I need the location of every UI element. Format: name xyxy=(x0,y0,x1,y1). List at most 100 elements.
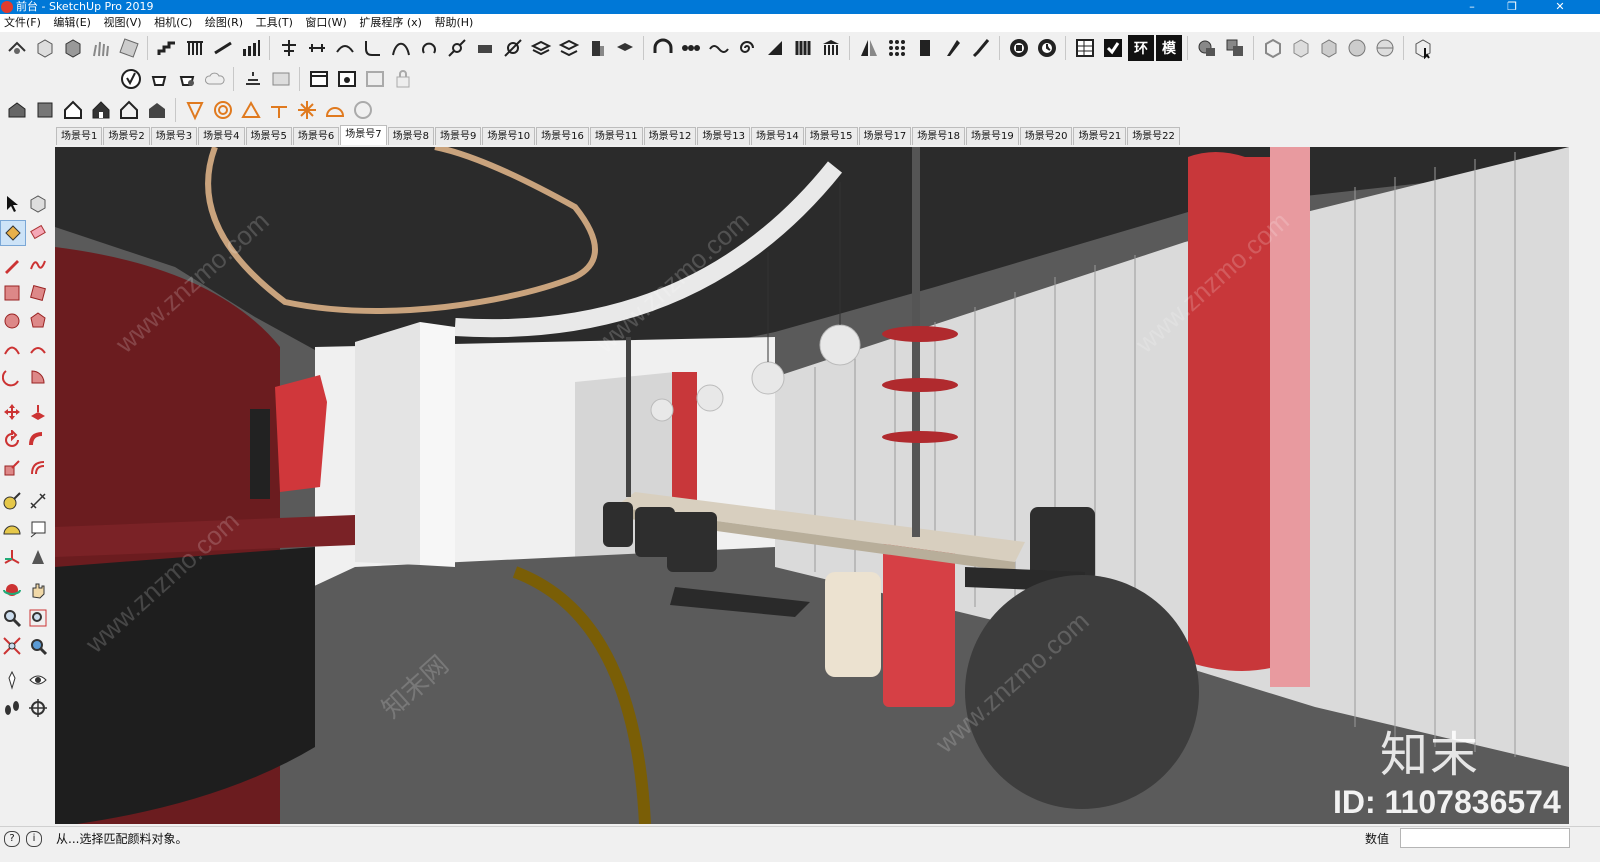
view-back-icon[interactable] xyxy=(1372,35,1398,61)
light-icon[interactable] xyxy=(240,66,266,92)
scale-icon[interactable] xyxy=(0,456,24,480)
pen-icon[interactable] xyxy=(940,35,966,61)
shape-cone-icon[interactable] xyxy=(182,97,208,123)
array-icon[interactable] xyxy=(884,35,910,61)
shape-dome-icon[interactable] xyxy=(322,97,348,123)
render-icon[interactable] xyxy=(1006,35,1032,61)
temple-icon[interactable] xyxy=(818,35,844,61)
tape-measure-icon[interactable] xyxy=(0,489,24,513)
extrude-icon[interactable] xyxy=(472,35,498,61)
subtract-icon[interactable] xyxy=(1222,35,1248,61)
walk-icon[interactable] xyxy=(0,696,24,720)
scene-tab[interactable]: 场景号13 xyxy=(697,127,751,145)
scene-tab[interactable]: 场景号15 xyxy=(804,127,858,145)
zoom-extents-icon[interactable] xyxy=(0,634,24,658)
menu-extensions[interactable]: 扩展程序 (x) xyxy=(355,14,427,32)
scene-tab[interactable]: 场景号1 xyxy=(56,127,103,145)
close-button[interactable]: ✕ xyxy=(1540,0,1580,14)
scene-tab[interactable]: 场景号18 xyxy=(912,127,965,145)
brush-icon[interactable] xyxy=(968,35,994,61)
scene-tab[interactable]: 场景号12 xyxy=(643,127,697,145)
component-icon[interactable] xyxy=(26,192,50,216)
axes-icon[interactable] xyxy=(0,545,24,569)
look-around-icon[interactable] xyxy=(26,668,50,692)
move-icon[interactable] xyxy=(0,400,24,424)
zoom-icon[interactable] xyxy=(0,606,24,630)
house-door-icon[interactable] xyxy=(88,97,114,123)
material-icon[interactable] xyxy=(116,35,142,61)
measurements-input[interactable] xyxy=(1400,828,1570,848)
divide-icon[interactable] xyxy=(304,35,330,61)
frame-disabled-icon[interactable] xyxy=(362,66,388,92)
model-viewport[interactable]: www.znzmo.com 知末网 www.znzmo.com www.znzm… xyxy=(55,147,1569,824)
bars-chart-icon[interactable] xyxy=(238,35,264,61)
grass-icon[interactable] xyxy=(88,35,114,61)
protractor-icon[interactable] xyxy=(0,517,24,541)
menu-view[interactable]: 视图(V) xyxy=(99,14,146,32)
scene-tab[interactable]: 场景号11 xyxy=(589,127,643,145)
paint-bucket-icon[interactable] xyxy=(0,220,26,246)
railing-icon[interactable] xyxy=(182,35,208,61)
stack-icon[interactable] xyxy=(528,35,554,61)
bend-icon[interactable] xyxy=(332,35,358,61)
arch-icon[interactable] xyxy=(650,35,676,61)
house-garage-icon[interactable] xyxy=(144,97,170,123)
freehand-icon[interactable] xyxy=(26,253,50,277)
rotate-icon[interactable] xyxy=(0,428,24,452)
columns-icon[interactable] xyxy=(790,35,816,61)
view-iso-icon[interactable] xyxy=(1260,35,1286,61)
wave-icon[interactable] xyxy=(706,35,732,61)
follow-me-icon[interactable] xyxy=(26,428,50,452)
cloud-icon[interactable] xyxy=(202,66,228,92)
phone-icon[interactable] xyxy=(912,35,938,61)
slice-icon[interactable] xyxy=(762,35,788,61)
box-solid-icon[interactable] xyxy=(60,35,86,61)
stair-icon[interactable] xyxy=(154,35,180,61)
house-outline-icon[interactable] xyxy=(116,97,142,123)
scene-tab[interactable]: 场景号3 xyxy=(150,127,198,145)
view-front-icon[interactable] xyxy=(1316,35,1342,61)
scene-tab[interactable]: 场景号9 xyxy=(435,127,482,145)
chain-icon[interactable] xyxy=(678,35,704,61)
shape-torus-icon[interactable] xyxy=(210,97,236,123)
shape-mushroom-icon[interactable] xyxy=(266,97,292,123)
dimension-icon[interactable] xyxy=(26,489,50,513)
menu-file[interactable]: 文件(F) xyxy=(0,14,46,32)
scene-tab[interactable]: 场景号16 xyxy=(536,127,589,145)
box-wire-icon[interactable] xyxy=(32,35,58,61)
previous-view-icon[interactable] xyxy=(26,634,50,658)
zoom-window-icon[interactable] xyxy=(26,606,50,630)
arc-icon[interactable] xyxy=(0,337,24,361)
connect-icon[interactable] xyxy=(500,35,526,61)
validate-icon[interactable] xyxy=(118,66,144,92)
menu-edit[interactable]: 编辑(E) xyxy=(49,14,96,32)
teapot-hand-icon[interactable] xyxy=(174,66,200,92)
position-camera-icon[interactable] xyxy=(0,668,24,692)
scene-tab[interactable]: 场景号20 xyxy=(1019,127,1073,145)
3d-text-icon[interactable] xyxy=(26,545,50,569)
light-settings-icon[interactable] xyxy=(268,66,294,92)
scene-tab[interactable]: 场景号10 xyxy=(482,127,536,145)
maximize-button[interactable]: ❐ xyxy=(1492,0,1532,14)
render-settings-icon[interactable] xyxy=(1034,35,1060,61)
select-component-icon[interactable] xyxy=(1410,35,1436,61)
mirror-icon[interactable] xyxy=(856,35,882,61)
joint-icon[interactable] xyxy=(444,35,470,61)
push-pull-icon[interactable] xyxy=(26,400,50,424)
menu-help[interactable]: 帮助(H) xyxy=(430,14,478,32)
shape-star-icon[interactable] xyxy=(294,97,320,123)
building-icon[interactable] xyxy=(584,35,610,61)
scene-tab[interactable]: 场景号8 xyxy=(387,127,434,145)
scene-tab[interactable]: 场景号14 xyxy=(751,127,804,145)
table-icon[interactable] xyxy=(1072,35,1098,61)
frame-teapot-icon[interactable] xyxy=(334,66,360,92)
union-icon[interactable] xyxy=(1194,35,1220,61)
view-top-icon[interactable] xyxy=(1288,35,1314,61)
loop-icon[interactable] xyxy=(416,35,442,61)
three-point-arc-icon[interactable] xyxy=(0,365,24,389)
env-button[interactable]: 环 xyxy=(1128,35,1154,61)
extension-warehouse-icon[interactable] xyxy=(32,97,58,123)
scene-tab[interactable]: 场景号4 xyxy=(198,127,245,145)
scene-tab[interactable]: 场景号6 xyxy=(292,127,340,145)
home-icon[interactable] xyxy=(60,97,86,123)
